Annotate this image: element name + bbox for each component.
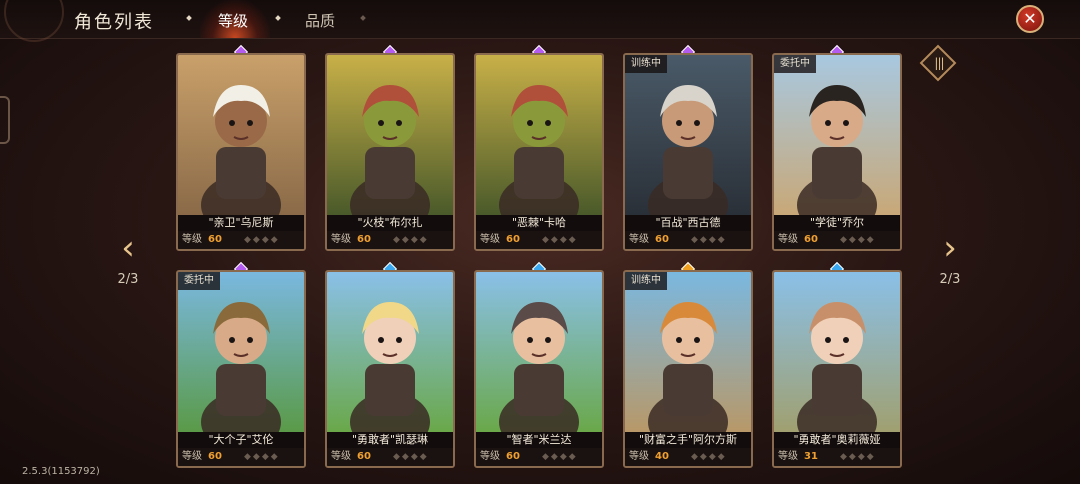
level-row: 等级 31 ◆◆◆◆ [774, 448, 900, 466]
page-indicator-left: 2/3 [117, 272, 139, 287]
level-value: 31 [804, 451, 818, 462]
character-name: "学徒"乔尔 [774, 215, 900, 231]
level-row: 等级 60 ◆◆◆◆ [476, 231, 602, 249]
character-card[interactable]: 训练中 "百战"西古德等级 60 ◆◆◆◆ [623, 53, 753, 251]
level-label: 等级 [331, 234, 351, 245]
star-rating-icon: ◆◆◆◆ [691, 235, 727, 245]
chevron-right-icon: › [943, 228, 957, 268]
star-rating-icon: ◆◆◆◆ [542, 452, 578, 462]
character-card[interactable]: "恶棘"卡哈等级 60 ◆◆◆◆ [474, 53, 604, 251]
side-drawer-handle[interactable] [0, 96, 10, 144]
level-label: 等级 [778, 451, 798, 462]
level-row: 等级 60 ◆◆◆◆ [476, 448, 602, 466]
level-row: 等级 60 ◆◆◆◆ [178, 231, 304, 249]
level-label: 等级 [480, 234, 500, 245]
star-rating-icon: ◆◆◆◆ [691, 452, 727, 462]
character-name: "智者"米兰达 [476, 432, 602, 448]
level-value: 60 [804, 234, 818, 245]
level-row: 等级 60 ◆◆◆◆ [625, 231, 751, 249]
level-value: 60 [655, 234, 669, 245]
character-card[interactable]: "勇敢者"奥莉薇娅等级 31 ◆◆◆◆ [772, 270, 902, 468]
character-name: "勇敢者"凯瑟琳 [327, 432, 453, 448]
character-name: "勇敢者"奥莉薇娅 [774, 432, 900, 448]
star-rating-icon: ◆◆◆◆ [393, 235, 429, 245]
character-portrait [327, 55, 453, 215]
level-label: 等级 [182, 234, 202, 245]
level-value: 40 [655, 451, 669, 462]
character-portrait [178, 272, 304, 432]
character-portrait [774, 272, 900, 432]
character-name: "大个子"艾伦 [178, 432, 304, 448]
character-portrait [625, 272, 751, 432]
version-label: 2.5.3(1153792) [22, 466, 100, 477]
status-badge: 训练中 [625, 272, 667, 290]
level-row: 等级 60 ◆◆◆◆ [327, 231, 453, 249]
character-card[interactable]: "亲卫"乌尼斯等级 60 ◆◆◆◆ [176, 53, 306, 251]
character-card[interactable]: "勇敢者"凯瑟琳等级 60 ◆◆◆◆ [325, 270, 455, 468]
level-value: 60 [208, 451, 222, 462]
star-rating-icon: ◆◆◆◆ [244, 452, 280, 462]
next-page-button[interactable]: › [930, 228, 970, 268]
level-row: 等级 40 ◆◆◆◆ [625, 448, 751, 466]
character-name: "财富之手"阿尔方斯 [625, 432, 751, 448]
level-label: 等级 [778, 234, 798, 245]
status-badge: 委托中 [774, 55, 816, 73]
level-value: 60 [357, 451, 371, 462]
character-card[interactable]: 训练中 "财富之手"阿尔方斯等级 40 ◆◆◆◆ [623, 270, 753, 468]
status-badge: 委托中 [178, 272, 220, 290]
character-name: "百战"西古德 [625, 215, 751, 231]
tab-divider-icon [360, 15, 366, 21]
star-rating-icon: ◆◆◆◆ [840, 452, 876, 462]
level-label: 等级 [331, 451, 351, 462]
character-name: "亲卫"乌尼斯 [178, 215, 304, 231]
emblem-icon [4, 0, 64, 42]
character-card[interactable]: "火枝"布尔扎等级 60 ◆◆◆◆ [325, 53, 455, 251]
level-row: 等级 60 ◆◆◆◆ [178, 448, 304, 466]
character-card[interactable]: 委托中 "学徒"乔尔等级 60 ◆◆◆◆ [772, 53, 902, 251]
character-name: "火枝"布尔扎 [327, 215, 453, 231]
character-portrait [476, 55, 602, 215]
level-value: 60 [357, 234, 371, 245]
level-value: 60 [506, 451, 520, 462]
character-card[interactable]: "智者"米兰达等级 60 ◆◆◆◆ [474, 270, 604, 468]
level-row: 等级 60 ◆◆◆◆ [327, 448, 453, 466]
star-rating-icon: ◆◆◆◆ [244, 235, 280, 245]
top-bar: 角色列表 等级 品质 ✕ [0, 0, 1080, 42]
level-value: 60 [208, 234, 222, 245]
close-button[interactable]: ✕ [1016, 5, 1044, 33]
status-badge: 训练中 [625, 55, 667, 73]
tab-divider-icon [186, 15, 192, 21]
tab-divider-icon [275, 15, 281, 21]
character-name: "恶棘"卡哈 [476, 215, 602, 231]
prev-page-button[interactable]: ‹ [108, 228, 148, 268]
character-card[interactable]: 委托中 "大个子"艾伦等级 60 ◆◆◆◆ [176, 270, 306, 468]
level-row: 等级 60 ◆◆◆◆ [774, 231, 900, 249]
character-portrait [327, 272, 453, 432]
character-portrait [476, 272, 602, 432]
level-label: 等级 [182, 451, 202, 462]
level-value: 60 [506, 234, 520, 245]
page-title: 角色列表 [74, 12, 154, 33]
star-rating-icon: ◆◆◆◆ [393, 452, 429, 462]
star-rating-icon: ◆◆◆◆ [542, 235, 578, 245]
page-indicator-right: 2/3 [939, 272, 961, 287]
tab-quality[interactable]: 品质 [305, 10, 335, 31]
star-rating-icon: ◆◆◆◆ [840, 235, 876, 245]
tab-level[interactable]: 等级 [218, 10, 248, 31]
character-portrait [774, 55, 900, 215]
level-label: 等级 [480, 451, 500, 462]
character-portrait [178, 55, 304, 215]
level-label: 等级 [629, 451, 649, 462]
chevron-left-icon: ‹ [121, 228, 135, 268]
filter-icon: ||| [934, 56, 944, 70]
level-label: 等级 [629, 234, 649, 245]
character-portrait [625, 55, 751, 215]
